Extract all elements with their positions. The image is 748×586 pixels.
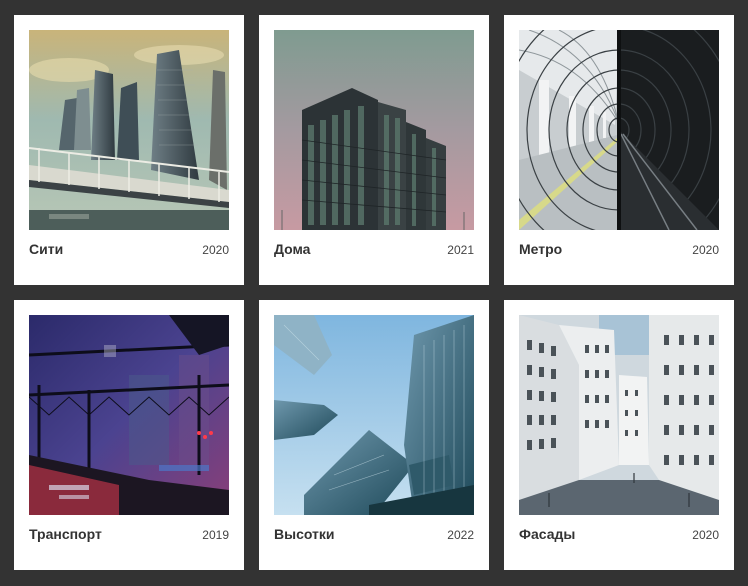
photo-gallery: Сити 2020 Дома 2021 Метро 2020 Транспорт… [14, 15, 734, 570]
facades-photo[interactable] [519, 315, 719, 515]
city-skyscrapers-photo[interactable] [29, 30, 229, 230]
card-title: Транспорт [29, 526, 102, 542]
card-year: 2020 [202, 243, 229, 257]
card-caption: Транспорт 2019 [29, 526, 229, 542]
metro-station-photo[interactable] [519, 30, 719, 230]
gallery-card-houses[interactable]: Дома 2021 [259, 15, 489, 285]
gallery-card-highrises[interactable]: Высотки 2022 [259, 300, 489, 570]
card-year: 2019 [202, 528, 229, 542]
gallery-card-facades[interactable]: Фасады 2020 [504, 300, 734, 570]
card-year: 2020 [692, 243, 719, 257]
card-caption: Метро 2020 [519, 241, 719, 257]
gallery-card-transport[interactable]: Транспорт 2019 [14, 300, 244, 570]
card-title: Дома [274, 241, 311, 257]
card-title: Метро [519, 241, 563, 257]
card-caption: Фасады 2020 [519, 526, 719, 542]
card-title: Фасады [519, 526, 576, 542]
card-caption: Сити 2020 [29, 241, 229, 257]
gallery-card-metro[interactable]: Метро 2020 [504, 15, 734, 285]
gallery-card-city[interactable]: Сити 2020 [14, 15, 244, 285]
card-year: 2020 [692, 528, 719, 542]
card-year: 2021 [447, 243, 474, 257]
card-year: 2022 [447, 528, 474, 542]
card-title: Высотки [274, 526, 335, 542]
houses-building-photo[interactable] [274, 30, 474, 230]
card-title: Сити [29, 241, 64, 257]
card-caption: Высотки 2022 [274, 526, 474, 542]
highrises-photo[interactable] [274, 315, 474, 515]
transport-train-photo[interactable] [29, 315, 229, 515]
card-caption: Дома 2021 [274, 241, 474, 257]
